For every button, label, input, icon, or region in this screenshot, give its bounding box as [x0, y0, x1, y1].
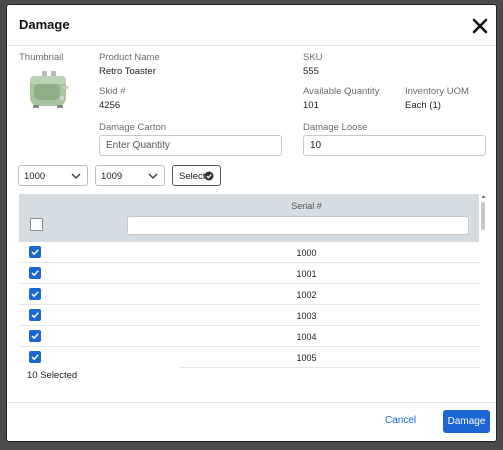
select-all-checkbox[interactable]: [30, 218, 43, 231]
serial-filter-input[interactable]: [127, 216, 469, 235]
chevron-down-icon: [71, 173, 81, 179]
table-row[interactable]: 1002: [19, 284, 479, 305]
product-thumbnail: [24, 68, 72, 112]
serial-value: 1003: [296, 311, 317, 321]
modal-title: Damage: [19, 17, 70, 32]
modal-header: Damage: [7, 5, 496, 46]
available-quantity-value: 101: [303, 100, 319, 111]
row-checkbox[interactable]: [29, 267, 41, 279]
close-icon: [472, 18, 488, 34]
serial-column-header: Serial #: [291, 201, 322, 211]
row-checkbox[interactable]: [29, 309, 41, 321]
checkmark-icon: [31, 354, 39, 361]
check-circle-icon: [204, 171, 214, 181]
range-from-select[interactable]: 1000: [18, 165, 88, 186]
available-quantity-label: Available Quantity: [303, 86, 380, 97]
checkmark-icon: [31, 270, 39, 277]
range-to-select[interactable]: 1009: [95, 165, 165, 186]
range-to-value: 1009: [101, 171, 123, 182]
product-name-value: Retro Toaster: [99, 66, 156, 77]
serial-value: 1002: [296, 290, 317, 300]
chevron-down-icon: [148, 173, 158, 179]
serial-table: Serial # 1000 1001 1002 1003 1004 1005 1…: [19, 194, 479, 385]
damage-carton-input[interactable]: [99, 135, 282, 156]
scrollbar-thumb[interactable]: [481, 202, 485, 230]
selected-count-text: 10 Selected: [27, 370, 78, 381]
sku-value: 555: [303, 66, 319, 77]
checkmark-icon: [31, 291, 39, 298]
serial-value: 1001: [296, 269, 317, 279]
table-row[interactable]: 1005: [19, 347, 479, 368]
skid-value: 4256: [99, 100, 121, 111]
table-row[interactable]: 1003: [19, 305, 479, 326]
range-from-value: 1000: [24, 171, 46, 182]
inventory-uom-label: Inventory UOM: [405, 86, 469, 97]
thumbnail-label: Thumbnail: [19, 52, 64, 63]
checkmark-icon: [31, 312, 39, 319]
serial-value: 1004: [296, 332, 317, 342]
product-name-label: Product Name: [99, 52, 160, 63]
selected-count: 10 Selected: [19, 367, 179, 385]
row-checkbox[interactable]: [29, 288, 41, 300]
close-button[interactable]: [470, 16, 490, 36]
checkmark-icon: [31, 333, 39, 340]
table-header: Serial #: [19, 194, 479, 242]
modal-footer: Cancel Damage: [7, 402, 496, 441]
damage-loose-label: Damage Loose: [303, 122, 368, 133]
table-row[interactable]: 1001: [19, 263, 479, 284]
select-button-label: Select: [179, 171, 206, 182]
skid-label: Skid #: [99, 86, 126, 97]
table-row[interactable]: 1004: [19, 326, 479, 347]
row-checkbox[interactable]: [29, 246, 41, 258]
cancel-button[interactable]: Cancel: [385, 415, 416, 426]
row-checkbox[interactable]: [29, 351, 41, 363]
scroll-up-icon: [481, 195, 486, 198]
select-button[interactable]: Select: [172, 165, 221, 186]
checkmark-icon: [31, 249, 39, 256]
row-checkbox[interactable]: [29, 330, 41, 342]
serial-value: 1005: [296, 353, 317, 363]
damage-button[interactable]: Damage: [443, 410, 490, 433]
damage-carton-label: Damage Carton: [99, 122, 167, 133]
table-row[interactable]: 1000: [19, 242, 479, 263]
sku-label: SKU: [303, 52, 323, 63]
serial-value: 1000: [296, 248, 317, 258]
table-scrollbar[interactable]: [481, 194, 486, 385]
damage-loose-input[interactable]: 10: [303, 135, 486, 156]
inventory-uom-value: Each (1): [405, 100, 441, 111]
damage-modal: Damage Thumbnail Product Name Retro Toas…: [7, 5, 496, 441]
